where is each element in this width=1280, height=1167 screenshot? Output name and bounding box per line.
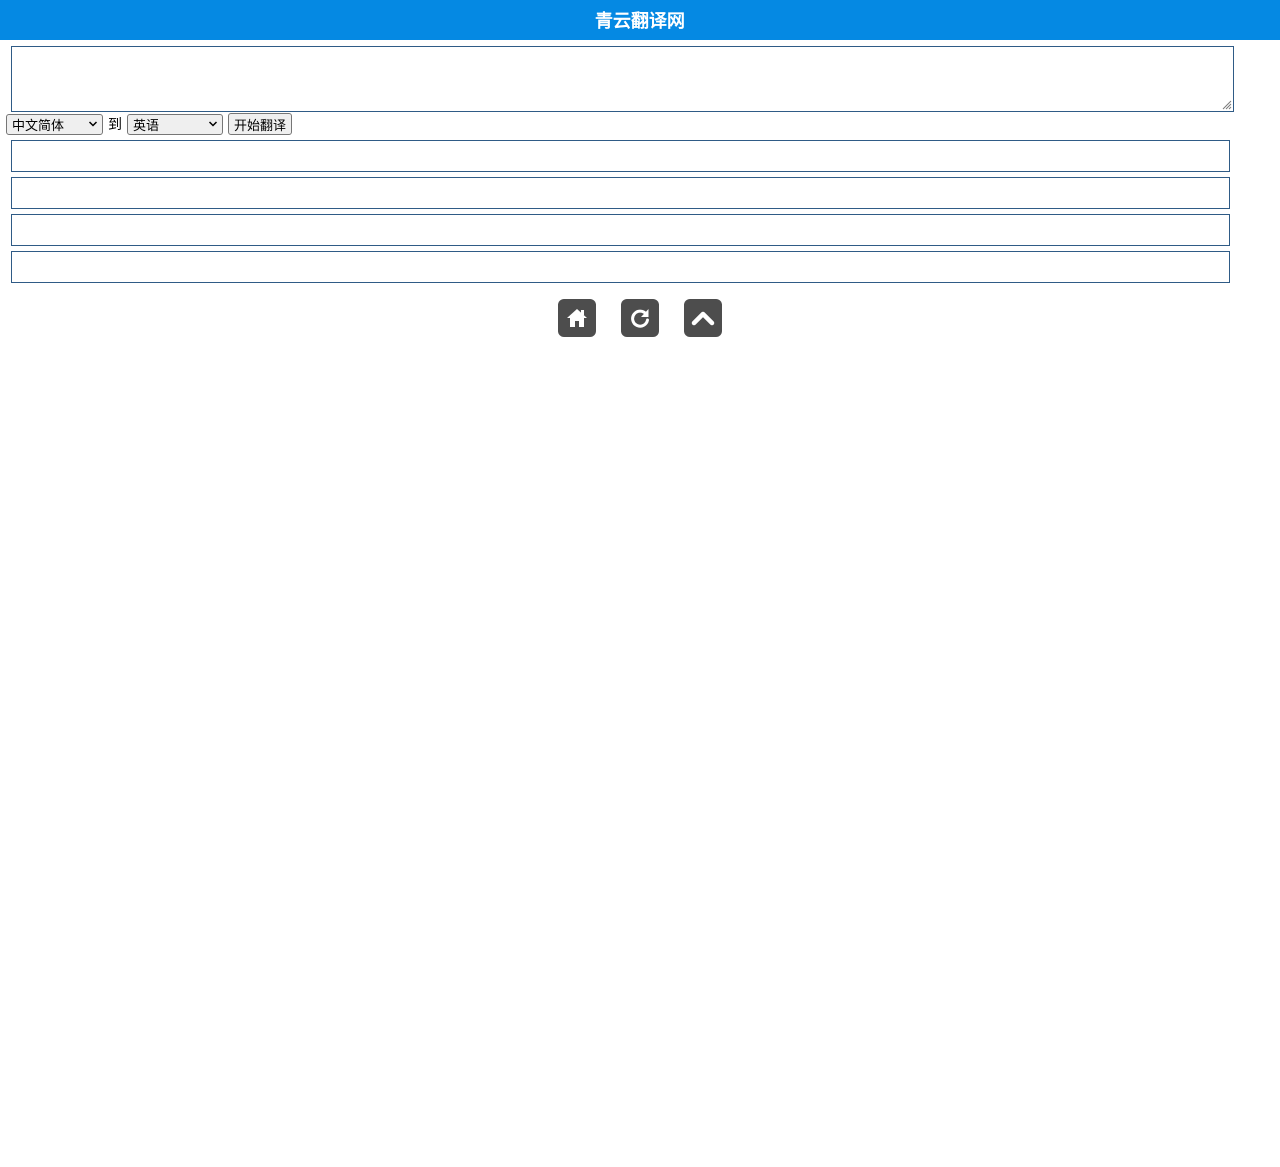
chevron-up-icon	[691, 311, 715, 326]
source-language-value: 中文简体	[12, 117, 65, 133]
refresh-icon	[631, 309, 649, 328]
back-to-top-button[interactable]	[684, 299, 722, 337]
result-box[interactable]	[11, 251, 1230, 283]
target-language-value: 英语	[133, 117, 160, 133]
site-header: 青云翻译网	[0, 0, 1280, 40]
translate-controls: 中文简体 到 英语 开始翻译	[6, 113, 293, 135]
chevron-down-icon	[88, 121, 98, 127]
result-box[interactable]	[11, 177, 1230, 209]
target-language-select[interactable]: 英语	[127, 113, 223, 135]
result-box[interactable]	[11, 214, 1230, 246]
source-language-select[interactable]: 中文简体	[6, 113, 103, 135]
refresh-button[interactable]	[621, 299, 659, 337]
to-label: 到	[108, 116, 122, 132]
source-text-area[interactable]	[11, 46, 1234, 112]
chevron-down-icon	[208, 121, 218, 127]
result-box[interactable]	[11, 140, 1230, 172]
translate-button[interactable]: 开始翻译	[228, 113, 293, 135]
resize-grip-icon[interactable]	[1220, 98, 1232, 110]
home-button[interactable]	[558, 299, 596, 337]
home-icon	[567, 309, 587, 327]
site-title: 青云翻译网	[595, 11, 685, 31]
